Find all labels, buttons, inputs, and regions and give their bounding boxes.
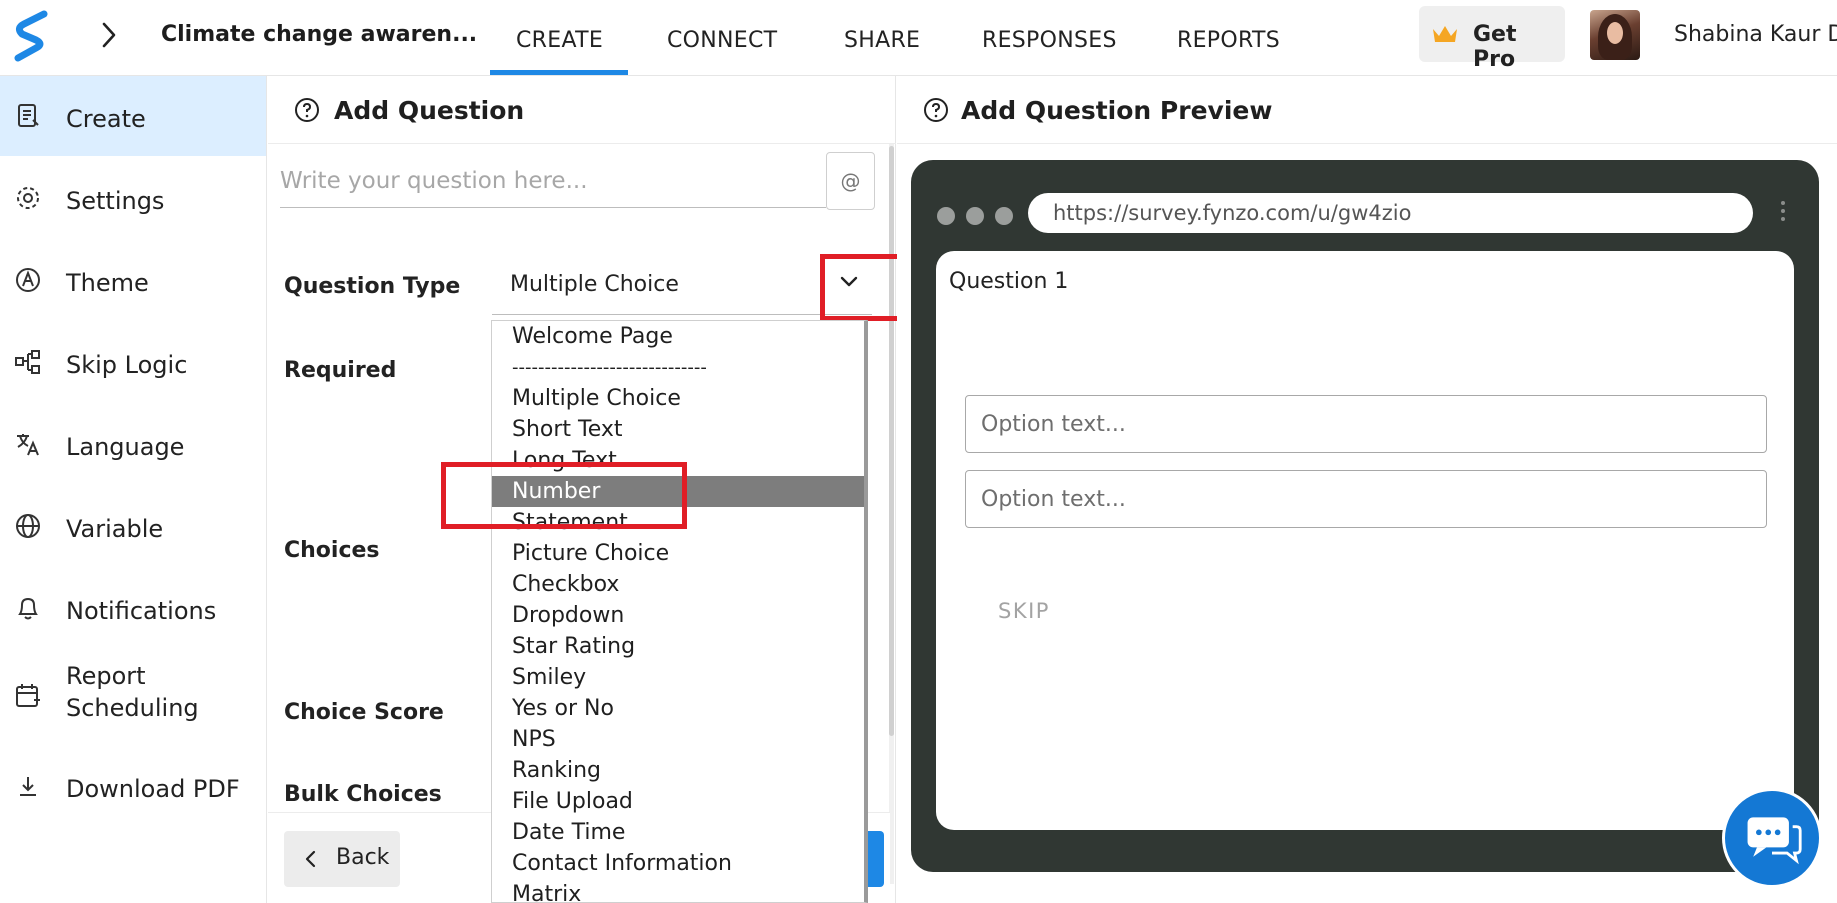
back-label: Back: [336, 845, 390, 870]
survey-preview-page: Question 1 SKIP: [936, 251, 1794, 830]
globe-icon: [16, 514, 40, 538]
active-tab-indicator: [490, 70, 628, 75]
option-short-text[interactable]: Short Text: [492, 414, 864, 445]
question-input[interactable]: [280, 154, 826, 208]
sidebar-item-language[interactable]: Language: [0, 404, 266, 484]
user-name[interactable]: Shabina Kaur Dh: [1674, 22, 1837, 47]
sidebar-item-label: Download PDF: [66, 775, 240, 803]
sidebar-item-create[interactable]: Create: [0, 76, 266, 156]
top-bar: Climate change awaren... CREATE CONNECT …: [0, 0, 1837, 76]
mention-button[interactable]: @: [826, 152, 875, 210]
sidebar-item-download-pdf[interactable]: Download PDF: [0, 746, 266, 826]
sidebar-item-label: Settings: [66, 187, 165, 215]
highlight-box-number-option: [441, 462, 687, 529]
url-bar[interactable]: https://survey.fynzo.com/u/gw4zio: [1028, 193, 1753, 233]
tab-reports[interactable]: REPORTS: [1177, 28, 1280, 53]
panel-title: Add Question: [334, 96, 525, 125]
window-dot: [995, 207, 1013, 225]
avatar[interactable]: [1590, 10, 1640, 60]
back-button[interactable]: Back: [284, 831, 400, 887]
required-label: Required: [284, 358, 397, 383]
sidebar: Create Settings Theme Skip Logic Languag…: [0, 76, 267, 903]
bell-icon: [18, 597, 38, 620]
choice-score-label: Choice Score: [284, 700, 444, 725]
tab-connect[interactable]: CONNECT: [667, 28, 777, 53]
help-icon[interactable]: [294, 97, 320, 123]
calendar-icon: [16, 684, 40, 707]
language-icon: [17, 434, 39, 456]
help-icon[interactable]: [923, 97, 949, 123]
option-contact-information[interactable]: Contact Information: [492, 848, 864, 879]
select-underline: [492, 314, 872, 315]
choices-label: Choices: [284, 538, 380, 563]
question-type-label: Question Type: [284, 274, 461, 299]
option-smiley[interactable]: Smiley: [492, 662, 864, 693]
next-button[interactable]: [868, 831, 884, 887]
tab-create[interactable]: CREATE: [516, 28, 603, 53]
option-date-time[interactable]: Date Time: [492, 817, 864, 848]
option-file-upload[interactable]: File Upload: [492, 786, 864, 817]
fynzo-logo[interactable]: [14, 10, 50, 62]
chevron-right-icon[interactable]: [98, 20, 120, 50]
sidebar-item-label: Theme: [66, 269, 149, 297]
preview-panel: Add Question Preview https://survey.fynz…: [897, 76, 1837, 903]
tab-share[interactable]: SHARE: [844, 28, 920, 53]
sidebar-item-label: Report Scheduling: [66, 662, 199, 722]
window-dot: [937, 207, 955, 225]
preview-title: Add Question Preview: [961, 96, 1273, 125]
sidebar-item-settings[interactable]: Settings: [0, 158, 266, 238]
sidebar-item-label: Skip Logic: [66, 351, 188, 379]
highlight-box-dropdown-toggle: [820, 254, 902, 321]
bulk-choices-label: Bulk Choices: [284, 782, 442, 807]
sidebar-item-label: Variable: [66, 515, 164, 543]
option-matrix[interactable]: Matrix: [492, 879, 864, 902]
panel-header: Add Question: [268, 76, 896, 144]
sidebar-item-variable[interactable]: Variable: [0, 486, 266, 566]
option-ranking[interactable]: Ranking: [492, 755, 864, 786]
question-type-dropdown[interactable]: Welcome Page ---------------------------…: [491, 320, 868, 903]
option-text-input[interactable]: [965, 395, 1767, 453]
preview-header: Add Question Preview: [897, 76, 1837, 144]
option-dropdown[interactable]: Dropdown: [492, 600, 864, 631]
chat-icon: [1747, 817, 1802, 865]
url-text: https://survey.fynzo.com/u/gw4zio: [1053, 201, 1412, 225]
gear-icon: [17, 187, 39, 209]
sidebar-item-notifications[interactable]: Notifications: [0, 568, 266, 648]
option-separator: ------------------------------: [512, 357, 707, 378]
sidebar-item-report-scheduling[interactable]: Report Scheduling: [0, 650, 266, 744]
option-star-rating[interactable]: Star Rating: [492, 631, 864, 662]
download-icon: [20, 777, 36, 796]
survey-title: Climate change awaren...: [161, 22, 478, 47]
window-dot: [966, 207, 984, 225]
option-picture-choice[interactable]: Picture Choice: [492, 538, 864, 569]
skip-button[interactable]: SKIP: [998, 599, 1050, 623]
question-number: Question 1: [949, 269, 1069, 294]
get-pro-label: Get Pro: [1473, 22, 1517, 72]
more-options-icon[interactable]: [1778, 197, 1788, 233]
sidebar-item-label: Language: [66, 433, 185, 461]
option-text-input[interactable]: [965, 470, 1767, 528]
skip-logic-icon: [15, 350, 40, 374]
option-checkbox[interactable]: Checkbox: [492, 569, 864, 600]
tab-responses[interactable]: RESPONSES: [982, 28, 1117, 53]
browser-mockup: https://survey.fynzo.com/u/gw4zio Questi…: [911, 160, 1819, 872]
option-yes-or-no[interactable]: Yes or No: [492, 693, 864, 724]
option-welcome-page[interactable]: Welcome Page: [492, 321, 864, 352]
create-icon: [18, 104, 39, 127]
sidebar-item-theme[interactable]: Theme: [0, 240, 266, 320]
chat-button[interactable]: [1722, 788, 1822, 888]
get-pro-button[interactable]: Get Pro: [1419, 6, 1565, 72]
theme-icon: [16, 268, 40, 292]
chevron-left-icon: [305, 850, 316, 868]
question-type-value[interactable]: Multiple Choice: [510, 272, 679, 297]
option-nps[interactable]: NPS: [492, 724, 864, 755]
sidebar-item-label: Create: [66, 105, 146, 133]
crown-icon: [1433, 26, 1457, 42]
sidebar-item-label: Notifications: [66, 597, 217, 625]
option-multiple-choice[interactable]: Multiple Choice: [492, 383, 864, 414]
sidebar-item-skip-logic[interactable]: Skip Logic: [0, 322, 266, 402]
